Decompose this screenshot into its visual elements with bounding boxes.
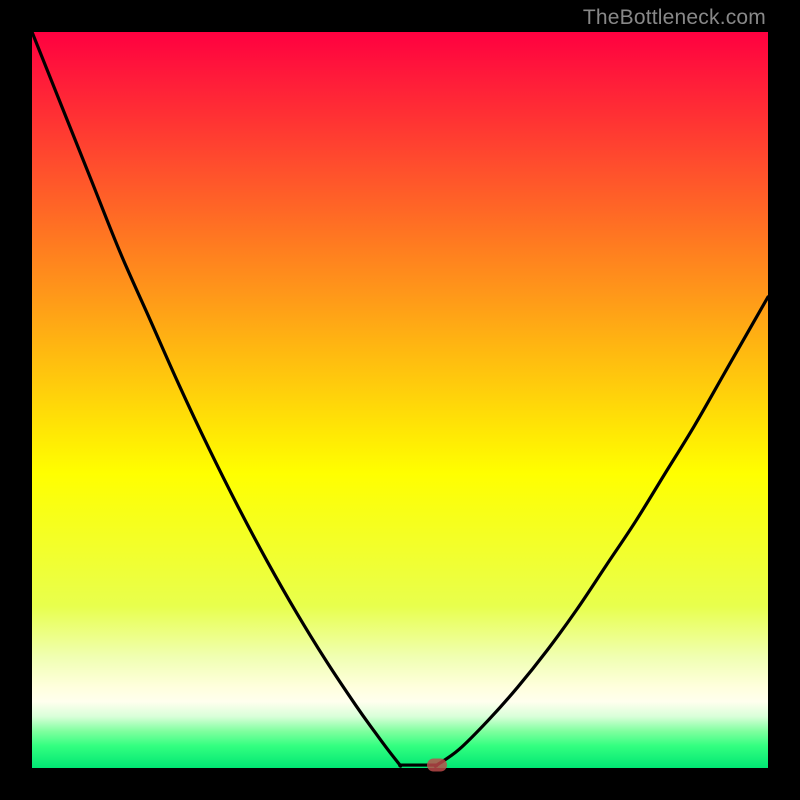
watermark-text: TheBottleneck.com	[583, 6, 766, 30]
minimum-marker	[427, 759, 447, 772]
bottleneck-curve	[32, 32, 768, 766]
curve-layer	[32, 32, 768, 768]
chart-container: TheBottleneck.com	[0, 0, 800, 800]
plot-area	[32, 32, 768, 768]
